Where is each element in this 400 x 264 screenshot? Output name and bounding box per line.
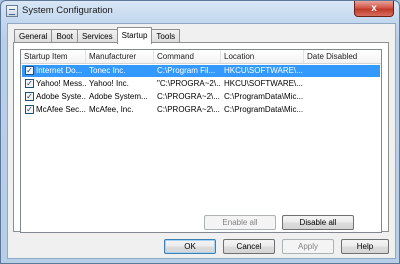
- cell-manufacturer: McAfee, Inc.: [89, 105, 134, 114]
- dialog-client-area: General Boot Services Startup Tools Star…: [7, 23, 396, 259]
- help-button[interactable]: Help: [341, 239, 389, 254]
- tab-tools[interactable]: Tools: [151, 29, 181, 43]
- row-checkbox[interactable]: ✓: [25, 92, 34, 101]
- cell-location: HKCU\SOFTWARE\...: [224, 79, 303, 88]
- tab-services[interactable]: Services: [76, 29, 118, 43]
- enable-all-button[interactable]: Enable all: [204, 215, 276, 230]
- cell-startup-item: Yahoo! Mess...: [36, 79, 86, 88]
- cell-date-disabled: [307, 65, 377, 77]
- table-row[interactable]: ✓ Yahoo! Mess... Yahoo! Inc. "C:\PROGRA~…: [22, 78, 380, 90]
- cell-startup-item: Internet Do...: [36, 66, 83, 75]
- cell-command: C:\PROGRA~2\...: [157, 92, 220, 101]
- table-row[interactable]: ✓ Internet Do... Tonec Inc. C:\Program F…: [22, 65, 380, 77]
- cell-startup-item: McAfee Sec...: [36, 105, 86, 114]
- cell-command: "C:\PROGRA~2\...: [157, 79, 221, 88]
- cell-manufacturer: Adobe System...: [89, 92, 148, 101]
- tab-strip: General Boot Services Startup Tools: [14, 27, 181, 44]
- column-header-date-disabled[interactable]: Date Disabled: [304, 50, 381, 63]
- cell-date-disabled: [307, 104, 377, 116]
- column-header-command[interactable]: Command: [154, 50, 221, 63]
- close-button[interactable]: x: [354, 1, 394, 17]
- cell-manufacturer: Tonec Inc.: [89, 66, 126, 75]
- cell-manufacturer: Yahoo! Inc.: [89, 79, 129, 88]
- table-row[interactable]: ✓ McAfee Sec... McAfee, Inc. C:\PROGRA~2…: [22, 104, 380, 116]
- row-checkbox[interactable]: ✓: [25, 79, 34, 88]
- disable-all-button[interactable]: Disable all: [282, 215, 354, 230]
- cell-date-disabled: [307, 91, 377, 103]
- cell-command: C:\PROGRA~2\...: [157, 105, 220, 114]
- column-header-manufacturer[interactable]: Manufacturer: [86, 50, 154, 63]
- table-row[interactable]: ✓ Adobe Syste... Adobe System... C:\PROG…: [22, 91, 380, 103]
- tab-startup[interactable]: Startup: [116, 27, 153, 44]
- column-header-location[interactable]: Location: [221, 50, 304, 63]
- row-checkbox[interactable]: ✓: [25, 105, 34, 114]
- ok-button[interactable]: OK: [164, 239, 216, 254]
- row-checkbox[interactable]: ✓: [25, 66, 34, 75]
- tab-boot[interactable]: Boot: [51, 29, 78, 43]
- title-bar[interactable]: System Configuration x: [1, 1, 399, 23]
- cell-startup-item: Adobe Syste...: [36, 92, 86, 101]
- startup-tab-pane: Startup Item Manufacturer Command Locati…: [13, 42, 389, 233]
- cancel-button[interactable]: Cancel: [223, 239, 275, 254]
- apply-button[interactable]: Apply: [282, 239, 334, 254]
- column-header-startup-item[interactable]: Startup Item: [21, 50, 86, 63]
- startup-items-list[interactable]: Startup Item Manufacturer Command Locati…: [20, 49, 382, 233]
- cell-location: HKCU\SOFTWARE\...: [224, 66, 303, 75]
- msconfig-app-icon: [6, 5, 18, 17]
- window-title: System Configuration: [22, 5, 113, 16]
- cell-date-disabled: [307, 78, 377, 90]
- tab-general[interactable]: General: [14, 29, 53, 43]
- cell-location: C:\ProgramData\Mic...: [224, 105, 304, 114]
- cell-command: C:\Program Fil...: [157, 66, 216, 75]
- system-configuration-window: System Configuration x General Boot Serv…: [0, 0, 400, 264]
- cell-location: C:\ProgramData\Mic...: [224, 92, 304, 101]
- list-header: Startup Item Manufacturer Command Locati…: [21, 50, 381, 64]
